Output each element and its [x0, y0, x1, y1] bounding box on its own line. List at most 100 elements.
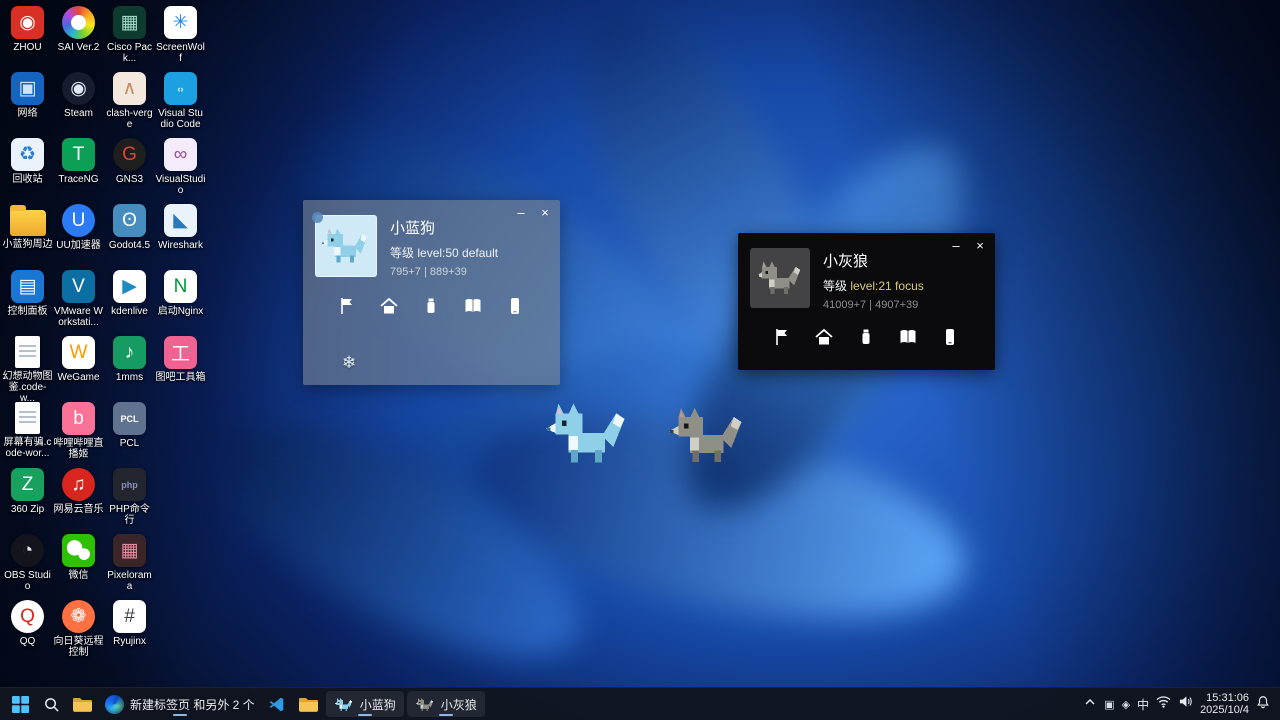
desktop-icon[interactable]: ▣网络: [2, 68, 53, 134]
snowflake-icon[interactable]: ❄: [342, 353, 356, 373]
desktop-icon-label: GNS3: [116, 174, 143, 185]
desktop-icon-label: PCL: [120, 438, 139, 449]
desktop-icon[interactable]: GGNS3: [104, 134, 155, 200]
tray-app-icon[interactable]: ▣: [1104, 698, 1114, 711]
minimize-button[interactable]: –: [512, 203, 530, 221]
desktop-icon[interactable]: ‹›Visual Studio Code: [155, 68, 206, 134]
close-button[interactable]: ×: [536, 203, 554, 221]
book-icon[interactable]: [897, 326, 919, 348]
phone-icon[interactable]: [939, 326, 961, 348]
desktop-icon[interactable]: ▦Pixelorama: [104, 530, 155, 596]
search-button[interactable]: [37, 691, 65, 717]
desktop-icon[interactable]: ▦Cisco Pack...: [104, 2, 155, 68]
qq-icon: Q: [11, 600, 44, 633]
file-explorer-button[interactable]: [68, 691, 97, 717]
desktop-icon[interactable]: #Ryujinx: [104, 596, 155, 662]
lmms-icon: ♪: [113, 336, 146, 369]
desktop-icon[interactable]: phpPHP命令行: [104, 464, 155, 530]
desktop-icon[interactable]: ∞VisualStudio: [155, 134, 206, 200]
pet-stats: 41009+7 | 4907+39: [823, 299, 924, 311]
desktop-icon[interactable]: ❁向日葵远程控制: [53, 596, 104, 662]
volume-icon[interactable]: [1178, 695, 1193, 713]
uu-booster-icon: U: [62, 204, 95, 237]
desktop-icon[interactable]: ▤控制面板: [2, 266, 53, 332]
desktop-icon-label: Cisco Pack...: [105, 42, 155, 64]
folder-icon: [10, 210, 46, 236]
notification-bell-icon[interactable]: [1256, 695, 1270, 714]
desktop-icon[interactable]: TTraceNG: [53, 134, 104, 200]
desktop-icon[interactable]: b哔哩哔哩直播姬: [53, 398, 104, 464]
desktop-icon-label: 向日葵远程控制: [54, 636, 104, 658]
desktop-icon[interactable]: ♪1mms: [104, 332, 155, 398]
desktop-icon[interactable]: PCL PCL: [104, 398, 155, 464]
desktop-icon-label: UU加速器: [56, 240, 100, 251]
desktop-icon[interactable]: 幻想动物图鉴.code-w...: [2, 332, 53, 398]
phone-icon[interactable]: [504, 295, 526, 317]
clash-verge-icon: ∧: [113, 72, 146, 105]
zhou-icon: ◉: [11, 6, 44, 39]
pet-gray-wolf-sprite[interactable]: [666, 404, 750, 466]
ime-indicator[interactable]: 中: [1137, 696, 1149, 713]
gray-wolf-sprite-small: [755, 259, 805, 297]
desktop-icon[interactable]: N启动Nginx: [155, 266, 206, 332]
desktop-icon[interactable]: ▶kdenlive: [104, 266, 155, 332]
desktop-icon[interactable]: ◔OBS Studio: [2, 530, 53, 596]
desktop-icon[interactable]: WWeGame: [53, 332, 104, 398]
desktop-screen: ◉ZHOU▣网络♻回收站小蓝狗周边▤控制面板幻想动物图鉴.code-w...屏幕…: [0, 0, 1280, 720]
feed-icon[interactable]: [855, 326, 877, 348]
gray-wolf-avatar[interactable]: [750, 248, 810, 308]
desktop-icon[interactable]: 微信: [53, 530, 104, 596]
pet-level: 等级 level:50 default: [390, 244, 498, 261]
clock[interactable]: 15:31:06 2025/10/4: [1200, 692, 1249, 717]
vscode-button[interactable]: [263, 691, 291, 717]
book-icon[interactable]: [462, 295, 484, 317]
desktop-icon[interactable]: Z360 Zip: [2, 464, 53, 530]
desktop-icon-label: 哔哩哔哩直播姬: [54, 438, 104, 460]
blue-dog-avatar[interactable]: [315, 215, 377, 277]
feed-icon[interactable]: [420, 295, 442, 317]
avatar-badge: [312, 212, 323, 223]
start-button[interactable]: [6, 691, 34, 717]
desktop-icon[interactable]: ✳ ScreenWolf: [155, 2, 206, 68]
desktop-icon[interactable]: 小蓝狗周边: [2, 200, 53, 266]
tray-app-icon[interactable]: ◈: [1122, 698, 1130, 711]
gray-wolf-icon: [415, 697, 435, 712]
tray-date: 2025/10/4: [1200, 704, 1249, 717]
home-icon[interactable]: [813, 326, 835, 348]
desktop-icon-label: kdenlive: [111, 306, 148, 317]
desktop-icon[interactable]: U UU加速器: [53, 200, 104, 266]
flag-icon[interactable]: [771, 326, 793, 348]
pet-blue-fox-sprite[interactable]: [543, 398, 633, 468]
taskbar-app-gray-wolf[interactable]: 小灰狼: [407, 691, 485, 717]
home-icon[interactable]: [378, 295, 400, 317]
app-label: 小蓝狗: [360, 696, 396, 713]
pcl-icon: PCL: [113, 402, 146, 435]
taskbar-app-blue-dog[interactable]: 小蓝狗: [326, 691, 404, 717]
taskbar-edge-group[interactable]: 新建标签页 和另外 2 个: [100, 691, 260, 717]
desktop-icon[interactable]: VVMware Workstati...: [53, 266, 104, 332]
taskbar: 新建标签页 和另外 2 个 小蓝狗 小灰狼 ▣ ◈ 中: [0, 687, 1280, 720]
network-icon[interactable]: [1156, 695, 1171, 713]
desktop-icon[interactable]: 工图吧工具箱: [155, 332, 206, 398]
minimize-button[interactable]: –: [947, 236, 965, 254]
desktop-icon[interactable]: ◉ZHOU: [2, 2, 53, 68]
desktop-icon[interactable]: ʘGodot4.5: [104, 200, 155, 266]
desktop-icon-label: VisualStudio: [156, 174, 206, 196]
close-button[interactable]: ×: [971, 236, 989, 254]
desktop-icon[interactable]: ♻回收站: [2, 134, 53, 200]
desktop-icon-label: Pixelorama: [105, 570, 155, 592]
desktop-icon[interactable]: ◣Wireshark: [155, 200, 206, 266]
desktop-icon[interactable]: ♫网易云音乐: [53, 464, 104, 530]
desktop-icon[interactable]: ◉Steam: [53, 68, 104, 134]
desktop-icon[interactable]: 屏幕有骗.code-wor...: [2, 398, 53, 464]
tray-chevron-up-icon[interactable]: [1083, 695, 1097, 714]
screenwolf-icon: ✳: [164, 6, 197, 39]
desktop-icon-label: ScreenWolf: [156, 42, 206, 64]
flag-icon[interactable]: [336, 295, 358, 317]
desktop-icon[interactable]: ∧clash-verge: [104, 68, 155, 134]
desktop-icon[interactable]: QQQ: [2, 596, 53, 662]
desktop-icon[interactable]: SAI Ver.2: [53, 2, 104, 68]
obs-studio-icon: ◔: [11, 534, 44, 567]
desktop-icon-label: VMware Workstati...: [54, 306, 104, 328]
folder-window-button[interactable]: [294, 691, 323, 717]
